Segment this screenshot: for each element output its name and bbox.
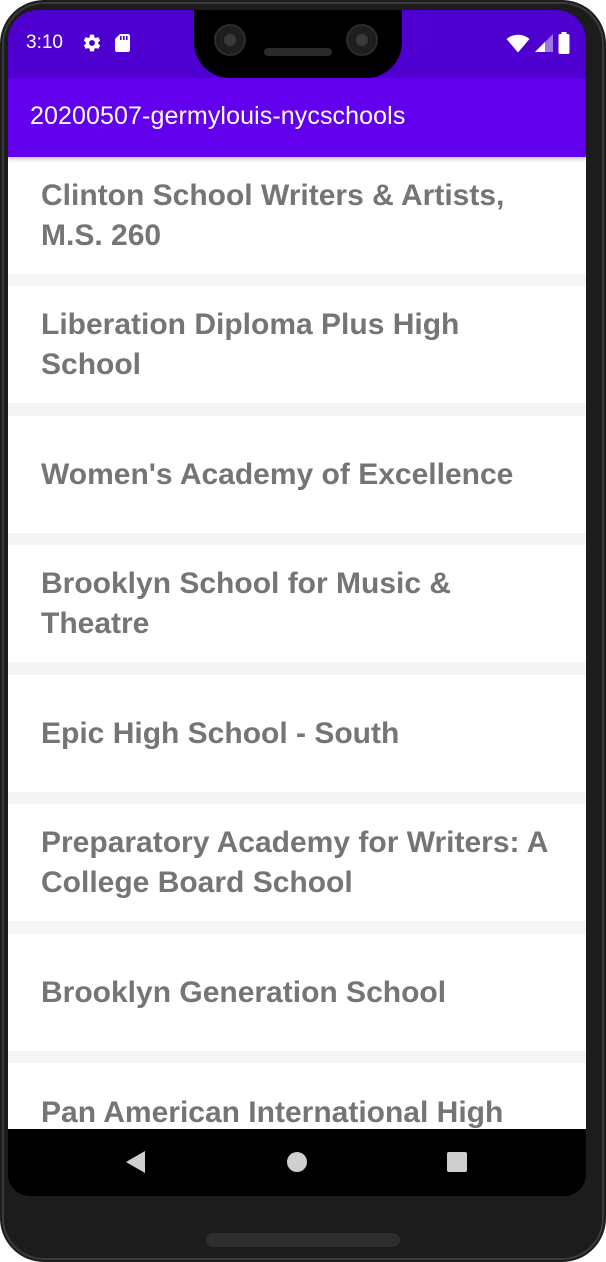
school-name: Brooklyn Generation School [41,975,447,1009]
school-name: Brooklyn School for Music & Theatre [41,566,452,640]
school-name: Pan American International High School [41,1096,504,1129]
system-nav-bar [8,1129,586,1196]
camera-lens-left [214,24,246,56]
wifi-icon [506,34,530,53]
camera-lens-right [346,24,378,56]
status-time: 3:10 [26,32,63,53]
battery-icon [558,32,570,54]
home-icon[interactable] [284,1149,310,1175]
earpiece-speaker [264,48,332,56]
school-name: Liberation Diploma Plus High School [41,307,460,381]
recents-icon[interactable] [444,1149,470,1175]
cell-signal-icon [535,34,553,52]
school-list-item[interactable]: Women's Academy of Excellence [8,416,586,533]
back-icon[interactable] [123,1149,149,1175]
gear-icon [83,34,101,52]
school-list-item[interactable]: Pan American International High School [8,1063,586,1129]
school-name: Women's Academy of Excellence [41,457,514,491]
sd-card-icon [115,34,130,52]
device-bottom-grille [206,1233,400,1247]
status-right-icons [506,32,570,54]
phone-device-frame: 3:10 20200507-germylouis-nycschools Clin… [0,0,606,1262]
school-list-item[interactable]: Liberation Diploma Plus High School [8,286,586,403]
school-list-item[interactable]: Brooklyn Generation School [8,934,586,1051]
school-list-item[interactable]: Clinton School Writers & Artists, M.S. 2… [8,157,586,274]
school-name: Clinton School Writers & Artists, M.S. 2… [41,178,505,252]
school-list-item[interactable]: Epic High School - South [8,675,586,792]
phone-screen: 3:10 20200507-germylouis-nycschools Clin… [8,10,586,1196]
app-bar: 20200507-germylouis-nycschools [8,78,586,157]
school-list[interactable]: Clinton School Writers & Artists, M.S. 2… [8,157,586,1129]
app-title: 20200507-germylouis-nycschools [30,102,406,130]
school-list-item[interactable]: Preparatory Academy for Writers: A Colle… [8,804,586,921]
display-notch [194,10,402,78]
school-name: Epic High School - South [41,716,400,750]
school-name: Preparatory Academy for Writers: A Colle… [41,825,548,899]
school-list-item[interactable]: Brooklyn School for Music & Theatre [8,545,586,662]
